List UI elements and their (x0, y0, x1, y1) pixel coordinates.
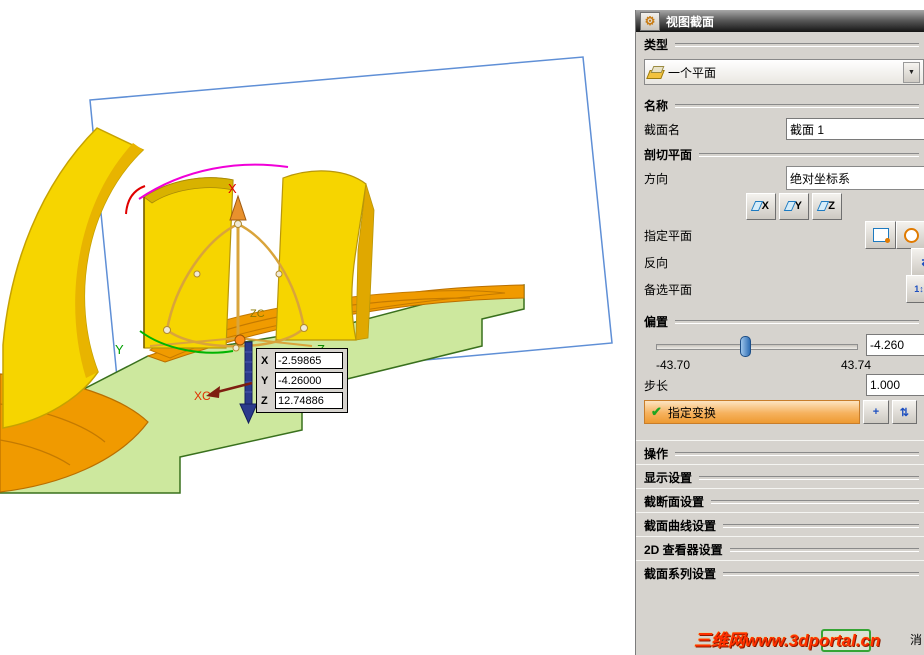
offset-range-labels: -43.70 43.74 (656, 358, 871, 372)
group-header-offset[interactable]: 偏置 (636, 309, 924, 332)
group-header-curve-settings[interactable]: 截面曲线设置 (636, 512, 924, 536)
y-axis-label: Y (115, 342, 124, 357)
dialog-title: 视图截面 (666, 14, 715, 29)
watermark-text: 三维网www.3dportal.cn (694, 631, 881, 650)
readout-z-input[interactable] (275, 392, 343, 409)
readout-x-input[interactable] (275, 352, 343, 369)
reverse-direction-button[interactable]: ⇄ (911, 248, 924, 276)
view-section-dialog: ⚙ 视图截面 类型 一个平面 ▼ 名称 截面名 剖切平面 方向 绝对坐标系 ▼ … (635, 10, 924, 655)
offset-value-input[interactable] (866, 334, 924, 356)
direction-label: 方向 (644, 171, 669, 186)
check-icon: ✔ (651, 404, 662, 419)
offset-max-label: 43.74 (840, 358, 871, 372)
plane-z-button[interactable]: Z (812, 192, 842, 220)
dialog-options-gear-icon[interactable]: ⚙ (640, 11, 660, 31)
model-right-blade[interactable] (275, 170, 375, 341)
alternate-plane-button[interactable]: 1↕2 (906, 275, 924, 303)
readout-y-input[interactable] (275, 372, 343, 389)
plane-dialog-icon (872, 228, 890, 243)
chevron-down-icon[interactable]: ▼ (903, 61, 920, 83)
readout-y-label: Y (261, 374, 269, 387)
reverse-label: 反向 (644, 255, 669, 270)
group-header-display-settings[interactable]: 显示设置 (636, 464, 924, 488)
step-row: 步长 (636, 372, 924, 398)
cycle-transform-button[interactable]: ⇅ (891, 400, 917, 424)
direction-row: 方向 绝对坐标系 ▼ (636, 165, 924, 191)
section-name-input[interactable] (786, 118, 924, 140)
viewport-canvas: X Y Z ZC XC (0, 56, 613, 494)
xc-label: XC (194, 389, 211, 403)
readout-row-x: X (261, 352, 343, 369)
alternate-plane-row: 备选平面 1↕2 (636, 275, 924, 303)
offset-slider-row (636, 332, 924, 358)
dialog-titlebar[interactable]: ⚙ 视图截面 (636, 10, 924, 32)
specify-plane-label: 指定平面 (644, 228, 693, 243)
group-header-name[interactable]: 名称 (636, 93, 924, 116)
type-combo-value: 一个平面 (668, 65, 717, 80)
offset-slider-handle[interactable] (740, 336, 751, 357)
coordinate-readout: X Y Z (256, 348, 348, 413)
readout-row-z: Z (261, 392, 343, 409)
readout-row-y: Y (261, 372, 343, 389)
one-plane-icon (646, 66, 665, 79)
plane-constructor-icon (904, 227, 919, 243)
specify-plane-button[interactable] (865, 221, 896, 249)
highlight-curve-red[interactable] (125, 185, 146, 215)
specify-plane-row: 指定平面 (636, 221, 924, 249)
axis-plane-buttons: X Y Z (636, 191, 924, 221)
origin-handle[interactable] (234, 334, 246, 346)
step-value-input[interactable] (866, 374, 924, 396)
specify-transform-label: 指定变换 (667, 405, 716, 420)
collapsed-groups: 操作 显示设置 截断面设置 截面曲线设置 2D 查看器设置 截面系列设置 (636, 440, 924, 584)
direction-combo[interactable]: 绝对坐标系 ▼ (786, 166, 924, 190)
group-header-operation[interactable]: 操作 (636, 440, 924, 464)
plane-x-button[interactable]: X (746, 192, 776, 220)
direction-combo-value: 绝对坐标系 (790, 171, 851, 186)
section-name-row: 截面名 (636, 116, 924, 142)
reverse-row: 反向 ⇄ (636, 248, 924, 276)
cancel-button-partial[interactable]: 消 (910, 631, 922, 648)
readout-x-label: X (261, 354, 269, 367)
point-constructor-button[interactable]: + (863, 400, 889, 424)
model-middle-blade[interactable] (143, 177, 234, 349)
plane-constructor-button[interactable] (896, 221, 924, 249)
offset-slider-track[interactable] (656, 344, 858, 350)
section-name-label: 截面名 (644, 122, 681, 137)
group-header-series-settings[interactable]: 截面系列设置 (636, 560, 924, 584)
specify-transform-item[interactable]: ✔ 指定变换 (644, 400, 861, 424)
step-label: 步长 (644, 378, 669, 393)
group-header-type[interactable]: 类型 (636, 32, 924, 55)
zc-label: ZC (250, 308, 265, 320)
transform-row: ✔ 指定变换 + ⇅ (636, 398, 924, 426)
alternate-plane-icon: 1↕2 (914, 284, 924, 294)
plane-y-button[interactable]: Y (779, 192, 809, 220)
readout-z-label: Z (261, 394, 268, 407)
group-header-cap-settings[interactable]: 截断面设置 (636, 488, 924, 512)
type-combo[interactable]: 一个平面 ▼ (644, 59, 924, 85)
alternate-plane-label: 备选平面 (644, 282, 693, 297)
offset-min-label: -43.70 (656, 358, 691, 372)
group-header-cut-plane[interactable]: 剖切平面 (636, 142, 924, 165)
graphics-viewport[interactable]: X Y Z ZC XC X Y Z (0, 0, 635, 655)
x-axis-label: X (228, 181, 237, 196)
group-header-2d-viewer-settings[interactable]: 2D 查看器设置 (636, 536, 924, 560)
